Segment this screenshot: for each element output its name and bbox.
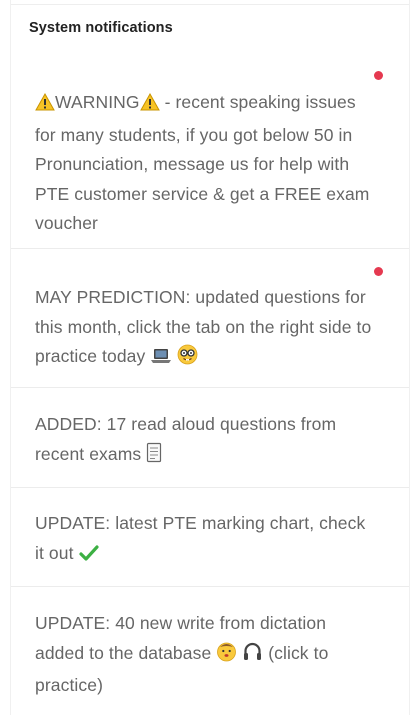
- warning-icon: [139, 91, 160, 121]
- notification-item-write-from-dictation[interactable]: UPDATE: 40 new write from dictation adde…: [11, 587, 409, 715]
- check-mark-icon: [78, 542, 99, 572]
- notification-item-warning[interactable]: WARNING - recent speaking issues for man…: [11, 58, 409, 249]
- notification-text: UPDATE: latest PTE marking chart, check …: [35, 509, 379, 571]
- nerd-face-icon: [177, 344, 198, 375]
- panel-top-divider: [11, 0, 409, 5]
- notification-item-may-prediction[interactable]: MAY PREDICTION: updated questions for th…: [11, 249, 409, 388]
- notification-text: ADDED: 17 read aloud questions from rece…: [35, 410, 379, 472]
- notification-item-added[interactable]: ADDED: 17 read aloud questions from rece…: [11, 388, 409, 488]
- baby-face-icon: [216, 641, 237, 672]
- unread-indicator: [374, 267, 383, 276]
- notification-text: WARNING - recent speaking issues for man…: [35, 88, 379, 239]
- notification-body: MAY PREDICTION: updated questions for th…: [35, 287, 372, 366]
- notification-text: UPDATE: 40 new write from dictation adde…: [35, 609, 379, 701]
- unread-indicator: [374, 71, 383, 80]
- notification-text: MAY PREDICTION: updated questions for th…: [35, 283, 379, 375]
- headphone-icon: [242, 641, 263, 672]
- memo-icon: [146, 442, 162, 473]
- laptop-icon: [150, 345, 172, 375]
- system-notifications-panel: System notifications WARNING - recent sp…: [10, 0, 410, 715]
- notification-item-marking-chart[interactable]: UPDATE: latest PTE marking chart, check …: [11, 488, 409, 587]
- notification-body: - recent speaking issues for many studen…: [35, 92, 370, 233]
- warning-label: WARNING: [55, 92, 140, 112]
- panel-title: System notifications: [29, 20, 173, 36]
- notification-body: ADDED: 17 read aloud questions from rece…: [35, 414, 337, 464]
- warning-icon: [35, 91, 55, 121]
